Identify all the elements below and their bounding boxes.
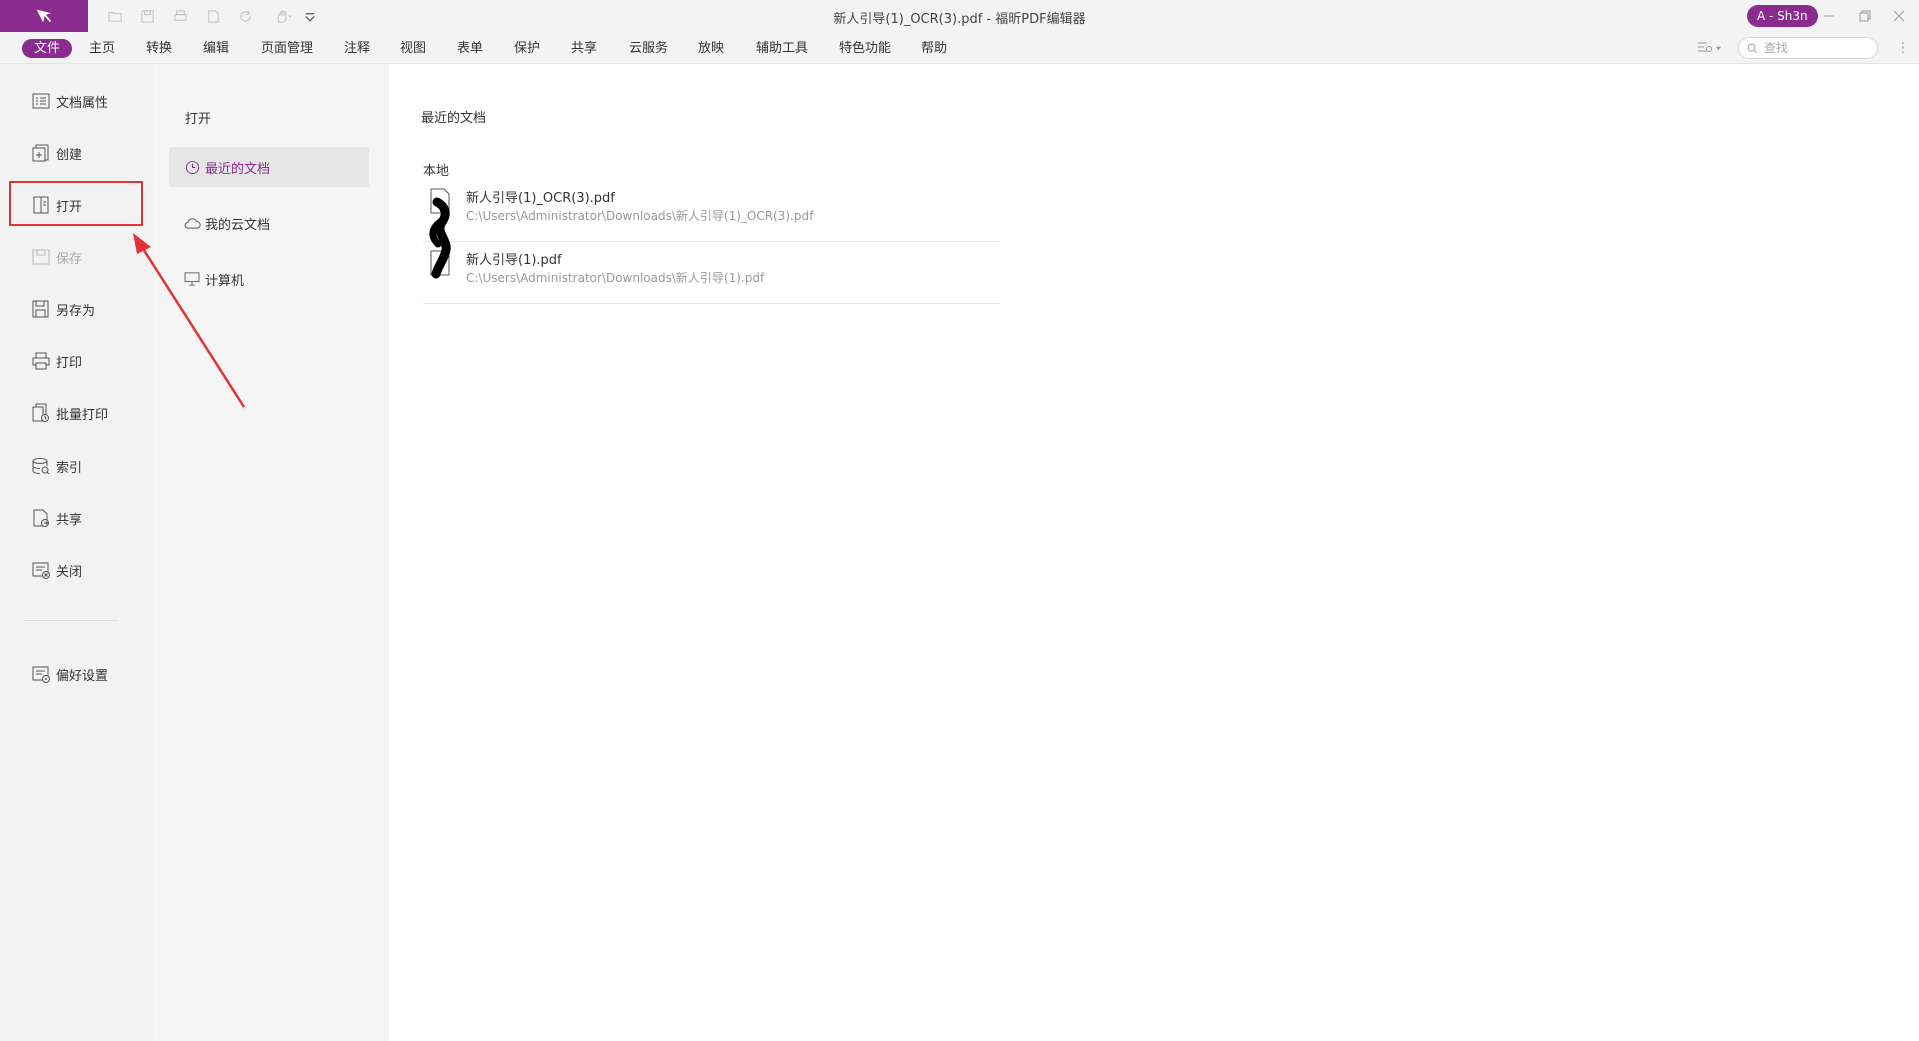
menu-home[interactable]: 主页	[89, 39, 115, 58]
close-icon	[1893, 10, 1905, 22]
nav-divider	[24, 620, 118, 621]
nav-label: 打印	[56, 355, 83, 371]
chevron-down-icon	[1715, 46, 1722, 50]
open-cloud-documents[interactable]: 我的云文档	[169, 203, 369, 243]
menu-edit[interactable]: 编辑	[203, 39, 229, 58]
menu-form[interactable]: 表单	[457, 39, 483, 58]
nav-label: 索引	[56, 460, 83, 476]
preferences-icon	[30, 663, 52, 685]
menu-file[interactable]: 文件	[22, 39, 73, 58]
panel-item-label: 最近的文档	[205, 161, 271, 177]
nav-document-properties[interactable]: 文档属性	[30, 89, 108, 113]
title-bar: 新人引导(1)_OCR(3).pdf - 福昕PDF编辑器 A - Sh3n	[0, 0, 1919, 32]
save-as-icon	[30, 298, 52, 320]
nav-label: 偏好设置	[56, 668, 109, 684]
menu-cloud-service[interactable]: 云服务	[629, 39, 668, 58]
save-icon	[30, 246, 52, 268]
open-computer[interactable]: 计算机	[169, 259, 369, 299]
nav-label: 创建	[56, 147, 83, 163]
menu-accessibility-tools[interactable]: 辅助工具	[756, 39, 808, 58]
nav-save-as[interactable]: 另存为	[30, 297, 95, 321]
save-icon[interactable]	[136, 6, 158, 26]
annotation-highlight-box	[9, 181, 143, 226]
panel-item-label: 我的云文档	[205, 217, 271, 233]
document-path: C:\Users\Administrator\Downloads\新人引导(1)…	[466, 271, 765, 285]
recent-documents-title: 最近的文档	[421, 111, 487, 126]
nav-label: 共享	[56, 512, 83, 528]
pdf-file-icon	[429, 188, 451, 214]
menu-view[interactable]: 视图	[400, 39, 426, 58]
print-icon[interactable]	[169, 6, 191, 26]
nav-label: 文档属性	[56, 95, 109, 111]
nav-label: 批量打印	[56, 407, 109, 423]
open-recent-documents[interactable]: 最近的文档	[169, 147, 369, 187]
restore-button[interactable]	[1850, 4, 1880, 28]
pdf-file-icon	[429, 250, 451, 276]
redo-icon[interactable]	[235, 6, 257, 26]
new-file-icon[interactable]	[202, 6, 224, 26]
nav-preferences[interactable]: 偏好设置	[30, 662, 108, 686]
menu-protect[interactable]: 保护	[514, 39, 540, 58]
menu-help[interactable]: 帮助	[921, 39, 947, 58]
close-window-button[interactable]	[1884, 4, 1914, 28]
view-mode-dropdown[interactable]	[1697, 39, 1729, 57]
menu-comment[interactable]: 注释	[344, 39, 370, 58]
document-properties-icon	[30, 90, 52, 112]
cloud-icon	[183, 214, 201, 232]
clock-icon	[183, 158, 201, 176]
close-doc-icon	[30, 559, 52, 581]
nav-index[interactable]: 索引	[30, 454, 82, 478]
panel-item-label: 计算机	[205, 273, 245, 289]
minimize-button[interactable]	[1814, 4, 1844, 28]
document-name: 新人引导(1)_OCR(3).pdf	[466, 191, 615, 206]
menu-bar: 文件 主页 转换 编辑 页面管理 注释 视图 表单 保护 共享 云服务 放映 辅…	[0, 32, 1919, 64]
menu-slideshow[interactable]: 放映	[698, 39, 724, 58]
user-account-button[interactable]: A - Sh3n	[1747, 5, 1818, 27]
recent-document-row[interactable]: 新人引导(1).pdf C:\Users\Administrator\Downl…	[423, 242, 1000, 304]
create-icon	[30, 142, 52, 164]
minimize-icon	[1824, 15, 1834, 17]
menu-special-features[interactable]: 特色功能	[839, 39, 891, 58]
foxit-logo-icon	[36, 9, 52, 23]
share-icon	[30, 507, 52, 529]
local-section-label: 本地	[423, 164, 450, 179]
search-box[interactable]	[1738, 37, 1878, 59]
document-path: C:\Users\Administrator\Downloads\新人引导(1)…	[466, 209, 814, 223]
customize-dropdown-icon[interactable]	[303, 6, 317, 26]
menu-convert[interactable]: 转换	[146, 39, 172, 58]
nav-label: 保存	[56, 251, 83, 267]
more-options-icon[interactable]: ⋮	[1896, 38, 1910, 58]
document-name: 新人引导(1).pdf	[466, 253, 562, 268]
nav-print[interactable]: 打印	[30, 349, 82, 373]
search-input[interactable]	[1764, 41, 1864, 55]
batch-print-icon	[30, 402, 52, 424]
app-logo[interactable]	[0, 0, 88, 32]
index-icon	[30, 455, 52, 477]
print-icon	[30, 350, 52, 372]
restore-icon	[1859, 10, 1871, 22]
menu-page-manage[interactable]: 页面管理	[261, 39, 313, 58]
nav-batch-print[interactable]: 批量打印	[30, 401, 108, 425]
nav-share[interactable]: 共享	[30, 506, 82, 530]
nav-save[interactable]: 保存	[30, 245, 82, 269]
search-icon	[1747, 43, 1758, 53]
nav-close[interactable]: 关闭	[30, 558, 82, 582]
computer-icon	[183, 270, 201, 288]
menu-share[interactable]: 共享	[571, 39, 597, 58]
list-view-icon	[1698, 42, 1712, 52]
hand-tool-icon[interactable]	[268, 6, 298, 26]
nav-label: 关闭	[56, 564, 83, 580]
open-folder-icon[interactable]	[104, 6, 126, 26]
panel-title: 打开	[185, 112, 212, 127]
nav-create[interactable]: 创建	[30, 141, 82, 165]
nav-label: 另存为	[56, 303, 96, 319]
recent-document-row[interactable]: 新人引导(1)_OCR(3).pdf C:\Users\Administrato…	[423, 180, 1000, 242]
